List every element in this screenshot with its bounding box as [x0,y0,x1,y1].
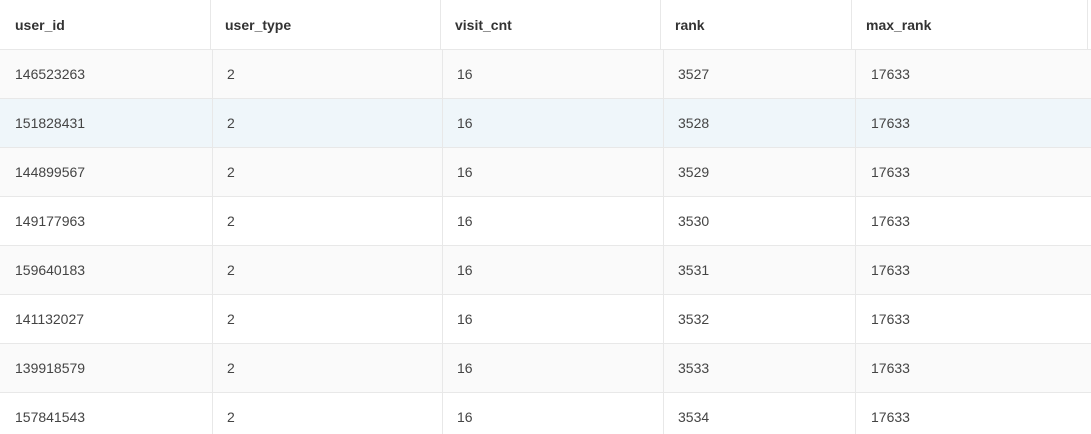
table-row[interactable]: 144899567 2 16 3529 17633 [0,148,1091,197]
table-cell-user-id[interactable]: 159640183 [0,246,213,294]
table-cell-user-type[interactable]: 2 [213,246,443,294]
table-cell-user-id[interactable]: 157841543 [0,393,213,434]
table-cell-max-rank[interactable]: 17633 [856,197,1091,245]
table-cell-visit-cnt[interactable]: 16 [443,50,664,98]
table-cell-rank[interactable]: 3531 [664,246,856,294]
table-cell-rank[interactable]: 3527 [664,50,856,98]
column-header-rank[interactable]: rank [661,0,852,49]
column-header-max-rank[interactable]: max_rank [852,0,1088,49]
column-header-user-id[interactable]: user_id [0,0,211,49]
table-row[interactable]: 159640183 2 16 3531 17633 [0,246,1091,295]
table-cell-visit-cnt[interactable]: 16 [443,99,664,147]
table-cell-rank[interactable]: 3529 [664,148,856,196]
table-cell-visit-cnt[interactable]: 16 [443,344,664,392]
table-cell-user-id[interactable]: 151828431 [0,99,213,147]
table-cell-user-type[interactable]: 2 [213,295,443,343]
table-cell-user-type[interactable]: 2 [213,344,443,392]
table-header: user_id user_type visit_cnt rank max_ran… [0,0,1091,50]
result-table: user_id user_type visit_cnt rank max_ran… [0,0,1091,434]
table-row[interactable]: 139918579 2 16 3533 17633 [0,344,1091,393]
table-cell-max-rank[interactable]: 17633 [856,148,1091,196]
table-row[interactable]: 141132027 2 16 3532 17633 [0,295,1091,344]
table-cell-visit-cnt[interactable]: 16 [443,197,664,245]
table-row[interactable]: 149177963 2 16 3530 17633 [0,197,1091,246]
column-header-user-type[interactable]: user_type [211,0,441,49]
table-cell-max-rank[interactable]: 17633 [856,50,1091,98]
table-row[interactable]: 157841543 2 16 3534 17633 [0,393,1091,434]
table-cell-visit-cnt[interactable]: 16 [443,393,664,434]
table-cell-user-id[interactable]: 146523263 [0,50,213,98]
table-cell-visit-cnt[interactable]: 16 [443,246,664,294]
table-cell-rank[interactable]: 3530 [664,197,856,245]
table-cell-max-rank[interactable]: 17633 [856,246,1091,294]
table-cell-max-rank[interactable]: 17633 [856,393,1091,434]
table-cell-user-id[interactable]: 141132027 [0,295,213,343]
table-cell-visit-cnt[interactable]: 16 [443,295,664,343]
table-cell-user-type[interactable]: 2 [213,197,443,245]
table-cell-rank[interactable]: 3533 [664,344,856,392]
table-cell-user-type[interactable]: 2 [213,393,443,434]
table-cell-user-type[interactable]: 2 [213,99,443,147]
table-row[interactable]: 151828431 2 16 3528 17633 [0,99,1091,148]
table-cell-visit-cnt[interactable]: 16 [443,148,664,196]
table-cell-rank[interactable]: 3534 [664,393,856,434]
table-cell-max-rank[interactable]: 17633 [856,344,1091,392]
table-cell-rank[interactable]: 3528 [664,99,856,147]
table-cell-user-type[interactable]: 2 [213,148,443,196]
column-header-visit-cnt[interactable]: visit_cnt [441,0,661,49]
table-cell-user-id[interactable]: 149177963 [0,197,213,245]
table-row[interactable]: 146523263 2 16 3527 17633 [0,50,1091,99]
table-cell-user-id[interactable]: 139918579 [0,344,213,392]
table-cell-user-id[interactable]: 144899567 [0,148,213,196]
table-cell-user-type[interactable]: 2 [213,50,443,98]
table-cell-max-rank[interactable]: 17633 [856,99,1091,147]
table-cell-rank[interactable]: 3532 [664,295,856,343]
table-cell-max-rank[interactable]: 17633 [856,295,1091,343]
